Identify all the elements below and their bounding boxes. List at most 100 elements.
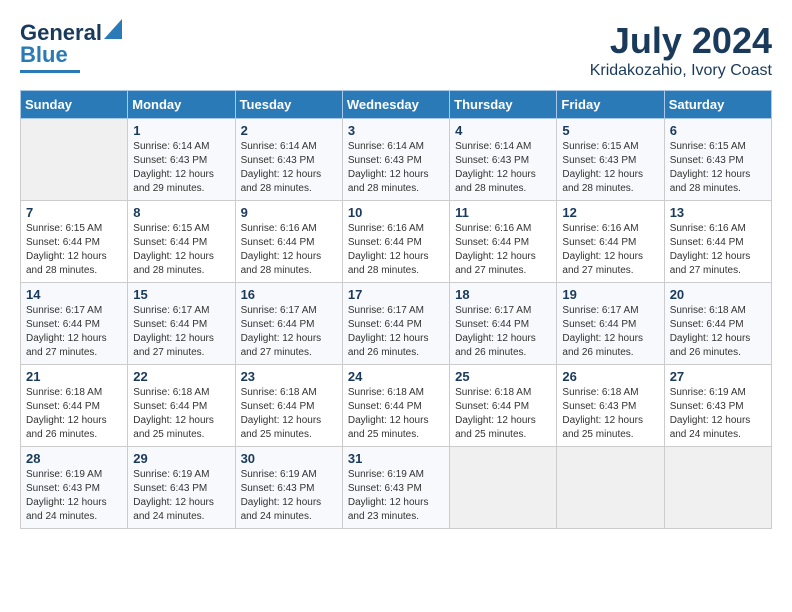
calendar-cell: 29Sunrise: 6:19 AM Sunset: 6:43 PM Dayli…: [128, 447, 235, 529]
calendar-cell: 31 Sunrise: 6:19 AM Sunset: 6:43 PM Dayli…: [342, 447, 449, 529]
calendar-cell: 27 Sunrise: 6:19 AM Sunset: 6:43 PM Dayli…: [664, 365, 771, 447]
calendar-cell: 10Sunrise: 6:16 AM Sunset: 6:44 PM Dayli…: [342, 201, 449, 283]
day-info: Sunrise: 6:14 AM Sunset: 6:43 PM Dayligh…: [455, 140, 551, 196]
calendar-cell: 6 Sunrise: 6:15 AM Sunset: 6:43 PM Daylig…: [664, 119, 771, 201]
day-number: 12: [562, 205, 658, 220]
calendar-cell: [21, 119, 128, 201]
day-info: Sunrise: 6:19 AM Sunset: 6:43 PM Dayligh…: [670, 386, 766, 442]
day-info: Sunrise: 6:19 AM Sunset: 6:43 PM Dayligh…: [241, 468, 337, 524]
day-info: Sunrise: 6:16 AM Sunset: 6:44 PM Dayligh…: [562, 222, 658, 278]
day-info: Sunrise: 6:14 AM Sunset: 6:43 PM Dayligh…: [133, 140, 229, 196]
day-number: 3: [348, 123, 444, 138]
weekday-row: SundayMondayTuesdayWednesdayThursdayFrid…: [21, 91, 772, 119]
calendar-cell: 28 Sunrise: 6:19 AM Sunset: 6:43 PM Dayli…: [21, 447, 128, 529]
day-info: Sunrise: 6:17 AM Sunset: 6:44 PM Dayligh…: [348, 304, 444, 360]
calendar-cell: 15 Sunrise: 6:17 AM Sunset: 6:44 PM Dayli…: [128, 283, 235, 365]
day-number: 10: [348, 205, 444, 220]
day-info: Sunrise: 6:18 AM Sunset: 6:44 PM Dayligh…: [670, 304, 766, 360]
day-info: Sunrise: 6:16 AM Sunset: 6:44 PM Dayligh…: [455, 222, 551, 278]
location-title: Kridakozahio, Ivory Coast: [590, 62, 772, 80]
calendar-cell: 1 Sunrise: 6:14 AM Sunset: 6:43 PM Daylig…: [128, 119, 235, 201]
calendar-cell: 26 Sunrise: 6:18 AM Sunset: 6:43 PM Dayli…: [557, 365, 664, 447]
day-number: 23: [241, 369, 337, 384]
day-info: Sunrise: 6:15 AM Sunset: 6:43 PM Dayligh…: [670, 140, 766, 196]
logo-icon: [104, 19, 122, 39]
page-header: General Blue July 2024 Kridakozahio, Ivo…: [20, 20, 772, 80]
day-info: Sunrise: 6:19 AM Sunset: 6:43 PM Dayligh…: [348, 468, 444, 524]
weekday-header-monday: Monday: [128, 91, 235, 119]
calendar-cell: 30 Sunrise: 6:19 AM Sunset: 6:43 PM Dayli…: [235, 447, 342, 529]
day-info: Sunrise: 6:18 AM Sunset: 6:44 PM Dayligh…: [133, 386, 229, 442]
calendar-cell: 17 Sunrise: 6:17 AM Sunset: 6:44 PM Dayli…: [342, 283, 449, 365]
day-number: 13: [670, 205, 766, 220]
day-number: 9: [241, 205, 337, 220]
weekday-header-saturday: Saturday: [664, 91, 771, 119]
day-number: 29: [133, 451, 229, 466]
day-info: Sunrise: 6:16 AM Sunset: 6:44 PM Dayligh…: [670, 222, 766, 278]
calendar-cell: 5 Sunrise: 6:15 AM Sunset: 6:43 PM Daylig…: [557, 119, 664, 201]
day-number: 31: [348, 451, 444, 466]
calendar-cell: 2Sunrise: 6:14 AM Sunset: 6:43 PM Daylig…: [235, 119, 342, 201]
day-info: Sunrise: 6:17 AM Sunset: 6:44 PM Dayligh…: [133, 304, 229, 360]
day-number: 26: [562, 369, 658, 384]
calendar-header: SundayMondayTuesdayWednesdayThursdayFrid…: [21, 91, 772, 119]
week-row-5: 28 Sunrise: 6:19 AM Sunset: 6:43 PM Dayli…: [21, 447, 772, 529]
calendar-cell: 13 Sunrise: 6:16 AM Sunset: 6:44 PM Dayli…: [664, 201, 771, 283]
day-info: Sunrise: 6:18 AM Sunset: 6:44 PM Dayligh…: [348, 386, 444, 442]
calendar-cell: [557, 447, 664, 529]
calendar-cell: 14 Sunrise: 6:17 AM Sunset: 6:44 PM Dayli…: [21, 283, 128, 365]
day-number: 7: [26, 205, 122, 220]
day-info: Sunrise: 6:14 AM Sunset: 6:43 PM Dayligh…: [241, 140, 337, 196]
day-number: 19: [562, 287, 658, 302]
week-row-4: 21Sunrise: 6:18 AM Sunset: 6:44 PM Dayli…: [21, 365, 772, 447]
day-info: Sunrise: 6:18 AM Sunset: 6:43 PM Dayligh…: [562, 386, 658, 442]
logo: General Blue: [20, 20, 122, 73]
day-info: Sunrise: 6:15 AM Sunset: 6:43 PM Dayligh…: [562, 140, 658, 196]
day-number: 1: [133, 123, 229, 138]
day-info: Sunrise: 6:17 AM Sunset: 6:44 PM Dayligh…: [455, 304, 551, 360]
day-number: 8: [133, 205, 229, 220]
calendar-cell: 9Sunrise: 6:16 AM Sunset: 6:44 PM Daylig…: [235, 201, 342, 283]
weekday-header-friday: Friday: [557, 91, 664, 119]
logo-blue: Blue: [20, 42, 68, 67]
day-info: Sunrise: 6:14 AM Sunset: 6:43 PM Dayligh…: [348, 140, 444, 196]
calendar-cell: 12 Sunrise: 6:16 AM Sunset: 6:44 PM Dayli…: [557, 201, 664, 283]
day-number: 11: [455, 205, 551, 220]
weekday-header-thursday: Thursday: [450, 91, 557, 119]
calendar-cell: 22 Sunrise: 6:18 AM Sunset: 6:44 PM Dayli…: [128, 365, 235, 447]
day-info: Sunrise: 6:17 AM Sunset: 6:44 PM Dayligh…: [241, 304, 337, 360]
day-number: 6: [670, 123, 766, 138]
month-title: July 2024: [590, 20, 772, 62]
day-number: 5: [562, 123, 658, 138]
day-number: 22: [133, 369, 229, 384]
calendar-cell: 19 Sunrise: 6:17 AM Sunset: 6:44 PM Dayli…: [557, 283, 664, 365]
calendar-cell: 25Sunrise: 6:18 AM Sunset: 6:44 PM Dayli…: [450, 365, 557, 447]
day-number: 17: [348, 287, 444, 302]
day-info: Sunrise: 6:18 AM Sunset: 6:44 PM Dayligh…: [26, 386, 122, 442]
day-number: 18: [455, 287, 551, 302]
calendar-cell: 16 Sunrise: 6:17 AM Sunset: 6:44 PM Dayli…: [235, 283, 342, 365]
calendar-cell: 21Sunrise: 6:18 AM Sunset: 6:44 PM Dayli…: [21, 365, 128, 447]
day-number: 15: [133, 287, 229, 302]
calendar-cell: 3 Sunrise: 6:14 AM Sunset: 6:43 PM Daylig…: [342, 119, 449, 201]
day-number: 4: [455, 123, 551, 138]
weekday-header-wednesday: Wednesday: [342, 91, 449, 119]
day-info: Sunrise: 6:18 AM Sunset: 6:44 PM Dayligh…: [455, 386, 551, 442]
calendar-cell: 4 Sunrise: 6:14 AM Sunset: 6:43 PM Daylig…: [450, 119, 557, 201]
week-row-1: 1 Sunrise: 6:14 AM Sunset: 6:43 PM Daylig…: [21, 119, 772, 201]
calendar-cell: 11 Sunrise: 6:16 AM Sunset: 6:44 PM Dayli…: [450, 201, 557, 283]
day-number: 27: [670, 369, 766, 384]
day-info: Sunrise: 6:17 AM Sunset: 6:44 PM Dayligh…: [562, 304, 658, 360]
day-number: 14: [26, 287, 122, 302]
calendar-cell: 20Sunrise: 6:18 AM Sunset: 6:44 PM Dayli…: [664, 283, 771, 365]
day-number: 16: [241, 287, 337, 302]
day-info: Sunrise: 6:19 AM Sunset: 6:43 PM Dayligh…: [26, 468, 122, 524]
day-number: 28: [26, 451, 122, 466]
calendar-table: SundayMondayTuesdayWednesdayThursdayFrid…: [20, 90, 772, 529]
day-info: Sunrise: 6:17 AM Sunset: 6:44 PM Dayligh…: [26, 304, 122, 360]
day-number: 30: [241, 451, 337, 466]
weekday-header-sunday: Sunday: [21, 91, 128, 119]
calendar-cell: [450, 447, 557, 529]
calendar-cell: 7Sunrise: 6:15 AM Sunset: 6:44 PM Daylig…: [21, 201, 128, 283]
week-row-3: 14 Sunrise: 6:17 AM Sunset: 6:44 PM Dayli…: [21, 283, 772, 365]
